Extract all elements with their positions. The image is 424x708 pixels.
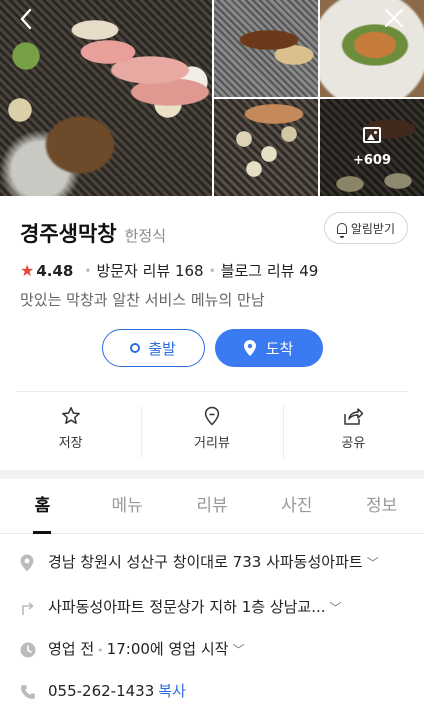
share-button[interactable]: 공유 — [282, 405, 424, 458]
stats-row: ★ 4.48 • 방문자 리뷰 168 • 블로그 리뷰 49 — [20, 260, 404, 281]
rating-value: 4.48 — [36, 261, 74, 280]
back-button[interactable] — [12, 8, 40, 36]
action-bar: 저장 거리뷰 공유 — [0, 392, 424, 464]
photo-column: +609 — [320, 0, 424, 196]
address-text: 경남 창원시 성산구 창이대로 733 사파동성아파트 ﹀ — [48, 550, 379, 579]
streetview-button[interactable]: 거리뷰 — [141, 405, 282, 458]
location-pin-icon — [20, 550, 38, 579]
hours-text: 영업 전 • 17:00에 영업 시작 ﹀ — [48, 637, 244, 665]
separator-dot: • — [208, 263, 216, 278]
place-name: 경주생막창 — [20, 222, 117, 246]
blog-reviews[interactable]: 블로그 리뷰 49 — [221, 260, 319, 281]
arrive-label: 도착 — [265, 339, 294, 358]
place-description: 맛있는 막창과 알찬 서비스 메뉴의 만남 — [20, 291, 265, 309]
section-divider — [0, 470, 424, 479]
phone-icon — [20, 679, 38, 707]
save-button[interactable]: 저장 — [0, 406, 141, 451]
chevron-left-icon — [20, 8, 32, 30]
phone-number[interactable]: 055-262-1433 — [48, 682, 154, 700]
address-value: 경남 창원시 성산구 창이대로 733 사파동성아파트 — [48, 553, 363, 571]
photo-column — [214, 0, 318, 196]
share-label: 공유 — [341, 435, 366, 451]
separator-dot: • — [97, 644, 104, 657]
place-info: 경주생막창 한정식 알림받기 ★ 4.48 • 방문자 리뷰 168 • 블로그… — [0, 196, 424, 367]
photo-thumb[interactable] — [320, 0, 424, 97]
location-pin-icon — [243, 340, 256, 356]
clock-icon — [20, 637, 38, 665]
hours-row[interactable]: 영업 전 • 17:00에 영업 시작 ﹀ — [20, 623, 404, 665]
arrive-button[interactable]: 도착 — [214, 329, 323, 367]
visitor-reviews[interactable]: 방문자 리뷰 168 — [96, 260, 203, 281]
route-buttons: 출발 도착 — [20, 329, 404, 367]
photo-thumb[interactable] — [214, 99, 318, 196]
separator-dot: • — [84, 263, 92, 278]
photo-more-overlay: +609 — [320, 127, 424, 168]
start-label: 출발 — [148, 339, 176, 358]
bell-icon — [336, 222, 347, 238]
tab-photo[interactable]: 사진 — [254, 479, 339, 533]
tab-review[interactable]: 리뷰 — [170, 479, 255, 533]
chevron-down-icon[interactable]: ﹀ — [330, 601, 342, 615]
share-icon — [344, 407, 364, 425]
phone-text: 055-262-1433 복사 — [48, 679, 186, 707]
directions-row[interactable]: 사파동성아파트 정문상가 지하 1층 상남교... ﹀ — [20, 579, 404, 623]
tab-home[interactable]: 홈 — [0, 479, 85, 534]
close-button[interactable] — [380, 8, 408, 36]
origin-icon — [130, 343, 141, 353]
start-button[interactable]: 출발 — [101, 329, 205, 367]
place-category: 한정식 — [124, 227, 167, 245]
detail-list: 경남 창원시 성산구 창이대로 733 사파동성아파트 ﹀ 사파동성아파트 정문상… — [0, 534, 424, 707]
hours-next: 17:00에 영업 시작 — [106, 640, 229, 658]
close-icon — [384, 8, 404, 28]
save-label: 저장 — [58, 435, 83, 451]
alarm-button[interactable]: 알림받기 — [323, 212, 408, 244]
alarm-label: 알림받기 — [350, 221, 395, 236]
photo-gallery: +609 — [0, 0, 424, 196]
photo-more[interactable]: +609 — [320, 99, 424, 196]
directions-text: 사파동성아파트 정문상가 지하 1층 상남교... ﹀ — [48, 595, 342, 623]
star-outline-icon — [61, 406, 80, 424]
chevron-down-icon[interactable]: ﹀ — [367, 556, 379, 570]
address-row[interactable]: 경남 창원시 성산구 창이대로 733 사파동성아파트 ﹀ — [20, 534, 404, 579]
tab-menu[interactable]: 메뉴 — [85, 479, 170, 533]
image-icon — [363, 127, 381, 143]
turn-arrow-icon — [20, 595, 38, 623]
tab-info[interactable]: 정보 — [339, 479, 424, 533]
map-pin-outline-icon — [204, 406, 220, 426]
copy-button[interactable]: 복사 — [158, 682, 186, 700]
photo-count: +609 — [352, 153, 392, 168]
star-icon: ★ — [20, 261, 35, 280]
tab-bar: 홈 메뉴 리뷰 사진 정보 — [0, 479, 424, 534]
directions-value: 사파동성아파트 정문상가 지하 1층 상남교... — [48, 598, 326, 616]
photo-thumb[interactable] — [214, 0, 318, 97]
streetview-label: 거리뷰 — [194, 435, 230, 451]
phone-row[interactable]: 055-262-1433 복사 — [20, 665, 404, 707]
hours-status: 영업 전 — [48, 640, 95, 658]
chevron-down-icon[interactable]: ﹀ — [232, 643, 244, 657]
